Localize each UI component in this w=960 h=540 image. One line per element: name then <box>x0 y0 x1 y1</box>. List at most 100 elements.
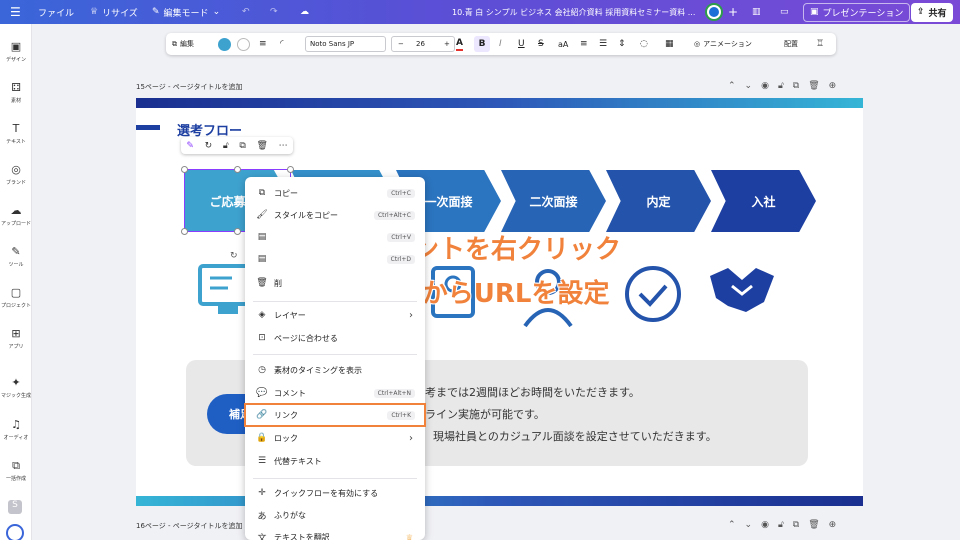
chevron-down-icon[interactable]: ⌄ <box>745 520 753 532</box>
edit-mode-dropdown[interactable]: ✎ 編集モード ⌄ <box>152 0 220 24</box>
step-second-interview[interactable]: 二次面接 <box>501 170 606 232</box>
note-line-1[interactable]: 考までは2週間ほどお時間をいただきます。 <box>425 384 640 400</box>
step-offer[interactable]: 内定 <box>606 170 711 232</box>
animation-button[interactable]: ◎ アニメーション <box>694 33 752 55</box>
edit-button[interactable]: ⧉ 編集 <box>172 33 194 55</box>
redo-button[interactable]: ↷ <box>270 0 278 24</box>
lock-icon[interactable]: 🔓︎ <box>223 141 229 151</box>
add-page-icon[interactable]: ⊕ <box>829 520 837 532</box>
menu-item-delete[interactable]: 🗑 削 <box>245 273 425 293</box>
menu-item-furigana[interactable]: あ ふりがな <box>245 505 425 525</box>
text-color-button[interactable]: A <box>456 37 463 51</box>
arrange-button[interactable]: 配置 <box>784 33 798 55</box>
trash-icon[interactable]: 🗑︎ <box>256 141 267 151</box>
file-menu[interactable]: ファイル <box>38 0 74 24</box>
duplicate-icon[interactable]: ⧉ <box>793 520 799 532</box>
lock-icon[interactable]: 🔓︎ <box>778 520 784 532</box>
replace-icon[interactable]: ↻ <box>205 141 213 151</box>
strikethrough-button[interactable]: S <box>538 33 544 55</box>
page-15-header[interactable]: 15ページ - ページタイトルを追加 <box>136 81 242 93</box>
text-case-button[interactable]: aA <box>558 33 568 55</box>
analytics-button[interactable]: ▥ <box>752 0 761 24</box>
menu-item-duplicate[interactable]: ▤ Ctrl+D <box>245 249 425 269</box>
resize-handle-tl[interactable] <box>181 166 188 173</box>
page-16-header[interactable]: 16ページ - ページタイトルを追加 <box>136 520 242 532</box>
resize-handle-tr[interactable] <box>287 166 294 173</box>
corner-radius-button[interactable]: ◜ <box>280 33 284 55</box>
menu-item-paste[interactable]: ▤ Ctrl+V <box>245 227 425 247</box>
resize-button[interactable]: ♕ リサイズ <box>90 0 138 24</box>
rotate-icon[interactable]: ↻ <box>230 251 238 261</box>
sidebar-item-magic[interactable]: ✦ マジック生成 <box>0 376 32 399</box>
assistant-icon[interactable] <box>6 524 24 540</box>
bold-button[interactable]: B <box>474 36 490 52</box>
undo-button[interactable]: ↶ <box>242 0 250 24</box>
transparency-button[interactable]: ▦ <box>665 33 674 55</box>
present-button[interactable]: ▣ プレゼンテーション <box>803 0 911 24</box>
sidebar-item-design[interactable]: ▣ デザイン <box>0 40 32 63</box>
sidebar-item-text[interactable]: T テキスト <box>0 122 32 145</box>
menu-item-layer[interactable]: ◈ レイヤー › <box>245 305 425 325</box>
spacing-button[interactable]: ⇕ <box>618 33 626 55</box>
menu-item-quick-flow[interactable]: ✛ クイックフローを有効にする <box>245 483 425 503</box>
sidebar-item-tools[interactable]: ✎ ツール <box>0 245 32 268</box>
note-line-2[interactable]: ライン実施が可能です。 <box>425 406 545 422</box>
resize-handle-b[interactable] <box>234 228 241 235</box>
resize-handle-t[interactable] <box>234 166 241 173</box>
cloud-sync-button[interactable]: ☁ <box>300 0 309 24</box>
sidebar-item-elements[interactable]: ⚃ 素材 <box>0 81 32 104</box>
eye-icon[interactable]: ◉ <box>761 81 769 93</box>
list-button[interactable]: ☰ <box>599 33 607 55</box>
font-size-stepper[interactable]: − 26 + <box>391 36 455 52</box>
resize-handle-bl[interactable] <box>181 228 188 235</box>
offer-illustration-icon[interactable] <box>620 262 686 326</box>
duplicate-icon[interactable]: ⧉ <box>793 81 799 93</box>
font-size-increase[interactable]: + <box>444 40 450 48</box>
menu-item-lock[interactable]: 🔒 ロック › <box>245 428 425 448</box>
border-color-button[interactable] <box>237 33 250 55</box>
document-title[interactable]: 10.青 白 シンプル ビジネス 会社紹介資料 採用資料セミナー資料 ... <box>452 0 695 24</box>
step-join[interactable]: 入社 <box>711 170 816 232</box>
more-icon[interactable]: ⋯ <box>279 141 288 151</box>
chevron-down-icon[interactable]: ⌄ <box>745 81 753 93</box>
sidebar-item-brand[interactable]: ◎ ブランド <box>0 163 32 186</box>
menu-item-copy-style[interactable]: 🖌 スタイルをコピー Ctrl+Alt+C <box>245 205 425 225</box>
copy-style-button[interactable]: ♖ <box>816 33 824 55</box>
border-style-button[interactable]: ≡ <box>259 33 267 55</box>
comments-button[interactable]: ▭ <box>780 0 789 24</box>
sidebar-item-apps[interactable]: ⊞ アプリ <box>0 327 32 350</box>
s-badge-icon[interactable]: S <box>8 500 22 514</box>
trash-icon[interactable]: 🗑︎ <box>808 81 819 93</box>
align-button[interactable]: ≡ <box>580 33 588 55</box>
sidebar-item-uploads[interactable]: ☁ アップロード <box>0 204 32 227</box>
magic-edit-icon[interactable]: ✎ <box>186 141 194 151</box>
duplicate-icon[interactable]: ⧉ <box>239 141 245 151</box>
add-page-icon[interactable]: ⊕ <box>829 81 837 93</box>
font-size-decrease[interactable]: − <box>398 40 404 48</box>
chevron-up-icon[interactable]: ⌃ <box>728 81 736 93</box>
menu-item-comment[interactable]: 💬 コメント Ctrl+Alt+N <box>245 383 425 403</box>
fill-color-button[interactable] <box>218 33 231 55</box>
font-size-value[interactable]: 26 <box>416 40 425 48</box>
sidebar-item-projects[interactable]: ▢ プロジェクト <box>0 286 32 309</box>
share-button[interactable]: ⇪ 共有 <box>911 0 953 24</box>
underline-button[interactable]: U <box>518 33 525 55</box>
add-collaborator-button[interactable]: + <box>728 0 738 24</box>
lock-icon[interactable]: 🔓︎ <box>778 81 784 93</box>
menu-item-fit-page[interactable]: ⊡ ページに合わせる <box>245 328 425 348</box>
menu-item-timing[interactable]: ◷ 素材のタイミングを表示 <box>245 360 425 380</box>
sidebar-item-bulk-create[interactable]: ⧉ 一括作成 <box>0 459 32 482</box>
menu-item-copy[interactable]: ⧉ コピー Ctrl+C <box>245 183 425 203</box>
trash-icon[interactable]: 🗑︎ <box>808 520 819 532</box>
chevron-up-icon[interactable]: ⌃ <box>728 520 736 532</box>
handshake-illustration-icon[interactable] <box>706 262 778 318</box>
font-family-dropdown[interactable]: Noto Sans JP <box>305 36 386 52</box>
sidebar-item-audio[interactable]: ♫ オーディオ <box>0 418 32 441</box>
menu-button[interactable]: ☰ <box>10 0 21 24</box>
eye-icon[interactable]: ◉ <box>761 520 769 532</box>
note-line-3[interactable]: 現場社員とのカジュアル面談を設定させていただきます。 <box>433 428 717 444</box>
effects-button[interactable]: ◌ <box>640 33 648 55</box>
menu-item-alt-text[interactable]: ☰ 代替テキスト <box>245 451 425 471</box>
italic-button[interactable]: I <box>499 33 502 55</box>
menu-item-translate[interactable]: 文 テキストを翻訳 ♕ <box>245 527 425 540</box>
